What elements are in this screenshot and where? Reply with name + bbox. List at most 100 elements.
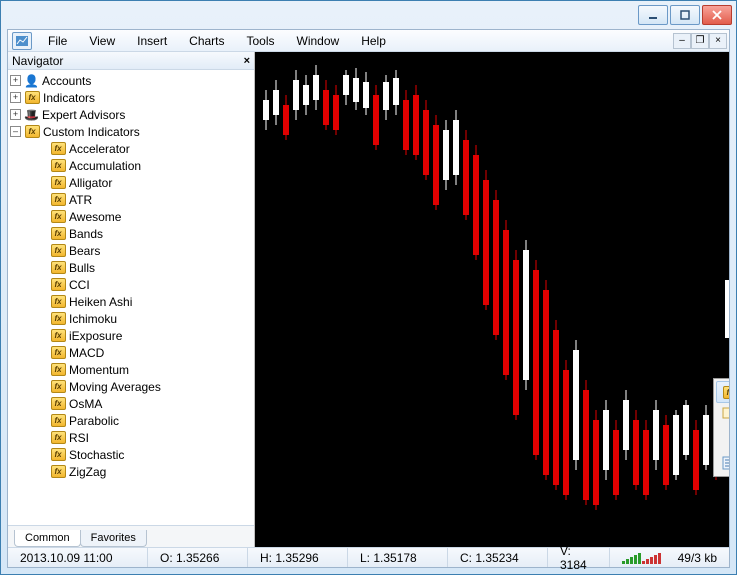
tree-label: Momentum	[69, 363, 129, 377]
context-indicators-list[interactable]: Indicators List Ctrl+I	[716, 452, 729, 474]
annotation-label: Edit Indicator	[725, 280, 729, 338]
tab-common[interactable]: Common	[14, 530, 81, 547]
menubar: File View Insert Charts Tools Window Hel…	[8, 30, 729, 52]
tree-item[interactable]: fxiExposure	[10, 327, 254, 344]
menu-help[interactable]: Help	[351, 32, 396, 50]
context-menu: fx Heiken Ashi properties... Delete Indi…	[713, 378, 729, 477]
tree-label: Accumulation	[69, 159, 141, 173]
tree-label: Alligator	[69, 176, 112, 190]
indicator-icon: fx	[50, 448, 66, 462]
app-icon[interactable]	[12, 32, 32, 50]
tree-item[interactable]: fxZigZag	[10, 463, 254, 480]
tree-label: MACD	[69, 346, 104, 360]
tree-label: Bulls	[69, 261, 95, 275]
tree-label: Parabolic	[69, 414, 119, 428]
expand-icon[interactable]: +	[10, 92, 21, 103]
tree-item[interactable]: fxBears	[10, 242, 254, 259]
context-delete-indicator[interactable]: Delete Indicator	[716, 403, 729, 425]
close-icon	[712, 10, 722, 20]
mdi-minimize-button[interactable]: –	[673, 33, 691, 49]
accounts-icon: 👤	[24, 74, 39, 87]
tree-label: Stochastic	[69, 448, 124, 462]
tree-label: ZigZag	[69, 465, 106, 479]
indicator-icon: fx	[50, 244, 66, 258]
close-button[interactable]	[702, 5, 732, 25]
status-volume: V: 3184	[548, 548, 610, 567]
indicator-icon: fx	[50, 363, 66, 377]
tree-label: Bands	[69, 227, 103, 241]
tree-item[interactable]: fxParabolic	[10, 412, 254, 429]
tree-item[interactable]: fxMoving Averages	[10, 378, 254, 395]
tree-root-custom[interactable]: –fxCustom Indicators	[10, 123, 254, 140]
navigator-title: Navigator	[12, 54, 63, 68]
tree-label: Heiken Ashi	[69, 295, 132, 309]
tree-label: Indicators	[43, 91, 95, 105]
tree-item[interactable]: fxRSI	[10, 429, 254, 446]
menu-file[interactable]: File	[38, 32, 77, 50]
tree-label: Ichimoku	[69, 312, 117, 326]
status-kb: 49/3 kb	[678, 551, 717, 565]
list-icon	[720, 454, 729, 472]
tree-item[interactable]: fxAccumulation	[10, 157, 254, 174]
tree-item[interactable]: fxMACD	[10, 344, 254, 361]
menu-window[interactable]: Window	[287, 32, 350, 50]
mdi-close-button[interactable]: ×	[709, 33, 727, 49]
tree-item[interactable]: fxHeiken Ashi	[10, 293, 254, 310]
navigator-close-button[interactable]: ×	[244, 55, 250, 67]
tree-label: Accounts	[42, 74, 91, 88]
indicator-icon: fx	[24, 91, 40, 105]
tree-label: Moving Averages	[69, 380, 161, 394]
tree-item[interactable]: fxBulls	[10, 259, 254, 276]
tree-item[interactable]: fxAccelerator	[10, 140, 254, 157]
tree-label: iExposure	[69, 329, 122, 343]
maximize-icon	[680, 10, 690, 20]
tree-item[interactable]: fxIchimoku	[10, 310, 254, 327]
expand-icon[interactable]: +	[10, 75, 21, 86]
maximize-button[interactable]	[670, 5, 700, 25]
tree-item[interactable]: fxStochastic	[10, 446, 254, 463]
titlebar	[1, 1, 736, 29]
tree-item[interactable]: fxAwesome	[10, 208, 254, 225]
indicator-icon: fx	[50, 295, 66, 309]
context-properties[interactable]: fx Heiken Ashi properties...	[716, 381, 729, 403]
tab-favorites[interactable]: Favorites	[80, 530, 147, 547]
tree-root-experts[interactable]: +🎩Expert Advisors	[10, 106, 254, 123]
tree-item[interactable]: fxAlligator	[10, 174, 254, 191]
menu-insert[interactable]: Insert	[127, 32, 177, 50]
tree-item[interactable]: fxCCI	[10, 276, 254, 293]
tree-label: ATR	[69, 193, 92, 207]
indicator-icon: fx	[50, 329, 66, 343]
collapse-icon[interactable]: –	[10, 126, 21, 137]
candlestick-series	[263, 60, 721, 539]
tree-item[interactable]: fxOsMA	[10, 395, 254, 412]
tree-label: Bears	[69, 244, 100, 258]
indicator-icon: fx	[50, 278, 66, 292]
tree-item[interactable]: fxATR	[10, 191, 254, 208]
tree-root-accounts[interactable]: +👤Accounts	[10, 72, 254, 89]
navigator-header: Navigator ×	[8, 52, 254, 70]
tree-item[interactable]: fxMomentum	[10, 361, 254, 378]
app-window: File View Insert Charts Tools Window Hel…	[0, 0, 737, 575]
indicator-icon: fx	[721, 383, 729, 401]
delete-indicator-icon	[720, 405, 729, 423]
client-area: File View Insert Charts Tools Window Hel…	[7, 29, 730, 568]
tree-item[interactable]: fxBands	[10, 225, 254, 242]
workarea: Navigator × +👤Accounts +fxIndicators +🎩E…	[8, 52, 729, 547]
expand-icon[interactable]: +	[10, 109, 21, 120]
indicator-icon: fx	[50, 380, 66, 394]
menu-charts[interactable]: Charts	[179, 32, 234, 50]
indicator-icon: fx	[50, 397, 66, 411]
menu-view[interactable]: View	[79, 32, 125, 50]
menu-tools[interactable]: Tools	[237, 32, 285, 50]
chart-area[interactable]: Edit Indicator fx Heiken Ashi properties…	[255, 52, 729, 547]
indicator-icon: fx	[50, 142, 66, 156]
indicator-icon: fx	[50, 261, 66, 275]
tree-label: Custom Indicators	[43, 125, 140, 139]
indicator-icon: fx	[50, 414, 66, 428]
mdi-restore-button[interactable]: ❐	[691, 33, 709, 49]
tree-root-indicators[interactable]: +fxIndicators	[10, 89, 254, 106]
minimize-button[interactable]	[638, 5, 668, 25]
indicator-icon: fx	[50, 465, 66, 479]
status-bar: 2013.10.09 11:00 O: 1.35266 H: 1.35296 L…	[8, 547, 729, 567]
annotation-arrow	[724, 333, 729, 380]
